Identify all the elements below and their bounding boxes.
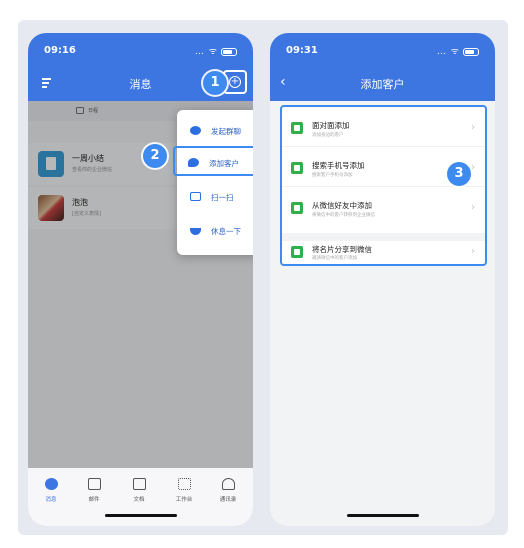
step-badge-2: 2 xyxy=(143,144,167,168)
status-icons: … ᯤ xyxy=(437,44,479,57)
chevron-right-icon: › xyxy=(471,122,475,133)
option-wechat-friends[interactable]: 从微信好友中添加 将微信中的客户转移到企业微信 › xyxy=(282,191,485,227)
tab-contacts[interactable]: 通讯录 xyxy=(208,478,248,503)
battery-icon xyxy=(221,47,237,56)
grid-icon xyxy=(177,478,191,490)
coffee-icon xyxy=(190,228,201,235)
status-icons: … ᯤ xyxy=(195,44,237,57)
menu-item-label: 扫一扫 xyxy=(211,193,234,202)
face-to-face-icon xyxy=(291,122,303,134)
menu-item-label: 发起群聊 xyxy=(211,127,241,136)
tab-label: 邮件 xyxy=(88,497,100,503)
menu-item-start-group-chat[interactable]: 发起群聊 xyxy=(177,116,253,146)
menu-item-take-break[interactable]: 休息一下 xyxy=(177,216,253,246)
option-subtitle: 邀请微信中的客户添加 xyxy=(312,256,357,261)
option-title: 搜索手机号添加 xyxy=(312,161,365,170)
menu-item-add-customer[interactable]: 添加客户 xyxy=(173,146,253,176)
docs-icon xyxy=(132,478,146,490)
step-badge-1: 1 xyxy=(203,71,227,95)
wechat-icon xyxy=(188,158,199,167)
contacts-icon xyxy=(221,478,235,490)
chevron-right-icon: › xyxy=(471,162,475,173)
search-icon xyxy=(291,162,303,174)
step-badge-3: 3 xyxy=(447,162,471,186)
signal-wifi-icon: … ᯤ xyxy=(194,47,218,57)
option-subtitle: 添加身边的客户 xyxy=(312,133,344,138)
option-subtitle: 将微信中的客户转移到企业微信 xyxy=(312,213,375,218)
section-divider xyxy=(282,233,485,241)
home-indicator xyxy=(104,514,177,517)
option-title: 将名片分享到微信 xyxy=(312,245,372,254)
status-time: 09:16 xyxy=(44,45,76,56)
battery-icon xyxy=(463,47,479,56)
tab-bar: 消息 邮件 文档 工作台 通讯录 xyxy=(28,468,253,526)
add-menu-popup: 发起群聊 添加客户 扫一扫 休息一下 xyxy=(173,110,253,255)
chat-icon xyxy=(44,478,58,490)
option-title: 面对面添加 xyxy=(312,121,350,130)
chat-bubble-icon xyxy=(190,126,201,135)
navigation-bar: 09:31 … ᯤ ‹ 添加客户 xyxy=(270,33,495,101)
right-phone-screen: 09:31 … ᯤ ‹ 添加客户 面对面添加 添加身边的客户 › 搜索手机号添加… xyxy=(270,33,495,526)
tab-messages[interactable]: 消息 xyxy=(31,478,71,503)
option-title: 从微信好友中添加 xyxy=(312,201,372,210)
option-subtitle: 搜索客户手机号添加 xyxy=(312,173,353,178)
chevron-right-icon: › xyxy=(471,246,475,257)
menu-item-label: 休息一下 xyxy=(211,227,241,236)
scan-icon xyxy=(190,192,201,201)
mail-icon xyxy=(87,478,101,490)
option-share-card[interactable]: 将名片分享到微信 邀请微信中的客户添加 › xyxy=(282,243,485,265)
home-indicator xyxy=(346,514,419,517)
tab-label: 文档 xyxy=(133,497,145,503)
tab-label: 工作台 xyxy=(175,497,193,503)
screenshot-canvas: 09:16 … ᯤ 消息 + 日程 一周小结 查看你的企业微信 泡泡 [自定义表… xyxy=(18,20,508,535)
option-face-to-face[interactable]: 面对面添加 添加身边的客户 › xyxy=(282,111,485,147)
signal-wifi-icon: … ᯤ xyxy=(436,47,460,57)
page-title: 添加客户 xyxy=(360,78,405,91)
wechat-icon xyxy=(291,202,303,214)
tab-mail[interactable]: 邮件 xyxy=(74,478,114,503)
status-time: 09:31 xyxy=(286,45,318,56)
chevron-right-icon: › xyxy=(471,202,475,213)
tab-docs[interactable]: 文档 xyxy=(119,478,159,503)
left-phone-screen: 09:16 … ᯤ 消息 + 日程 一周小结 查看你的企业微信 泡泡 [自定义表… xyxy=(28,33,253,526)
menu-item-scan[interactable]: 扫一扫 xyxy=(177,182,253,212)
tab-workbench[interactable]: 工作台 xyxy=(164,478,204,503)
business-card-icon xyxy=(291,246,303,258)
tab-label: 消息 xyxy=(45,497,57,503)
tab-label: 通讯录 xyxy=(219,497,237,503)
plus-circle-icon: + xyxy=(229,76,241,88)
menu-item-label: 添加客户 xyxy=(209,159,239,168)
